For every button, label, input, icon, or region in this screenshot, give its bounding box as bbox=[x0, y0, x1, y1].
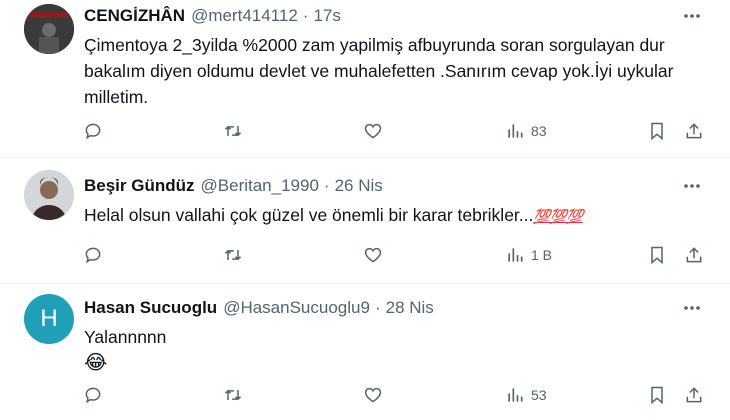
laughing-emoji: 😂 bbox=[84, 352, 108, 374]
share-button[interactable] bbox=[684, 242, 704, 268]
separator-dot: · bbox=[374, 298, 381, 317]
bookmark-icon bbox=[651, 386, 663, 405]
timestamp[interactable]: 26 Nis bbox=[335, 176, 383, 196]
views-icon bbox=[508, 388, 523, 402]
heart-icon bbox=[364, 387, 382, 403]
avatar-image bbox=[24, 170, 74, 220]
retweet-icon bbox=[224, 249, 242, 261]
tweet-text-body: Helal olsun vallahi çok güzel ve önemli … bbox=[84, 205, 534, 225]
bookmark-icon bbox=[651, 122, 663, 141]
reply-icon bbox=[85, 123, 101, 140]
heart-icon bbox=[364, 247, 382, 263]
share-icon bbox=[686, 387, 702, 403]
like-button[interactable] bbox=[363, 118, 383, 144]
display-name[interactable]: CENGİZHÂN bbox=[84, 6, 185, 26]
timestamp[interactable]: 28 Nis bbox=[386, 298, 434, 318]
reply-button[interactable] bbox=[83, 382, 103, 408]
share-icon bbox=[686, 123, 702, 139]
views-button[interactable]: 53 bbox=[505, 382, 547, 408]
retweet-icon bbox=[224, 389, 242, 401]
user-handle[interactable]: @HasanSucuoglu9 bbox=[223, 298, 370, 318]
tweet-text: Helal olsun vallahi çok güzel ve önemli … bbox=[84, 202, 704, 229]
separator-dot: · bbox=[302, 6, 309, 25]
action-bar: 83 bbox=[0, 118, 730, 144]
heart-icon bbox=[364, 123, 382, 139]
tweet-text: Yalannnnn bbox=[84, 327, 167, 347]
reply-button[interactable] bbox=[83, 242, 103, 268]
avatar[interactable]: H bbox=[24, 294, 74, 344]
tweet[interactable]: Beşir Gündüz @Beritan_1990 · 26 Nis Hela… bbox=[0, 158, 730, 284]
views-count: 83 bbox=[531, 123, 547, 139]
retweet-button[interactable] bbox=[223, 242, 243, 268]
action-bar: 1 B bbox=[0, 242, 730, 268]
tweet-text: Çimentoya 2_3yilda %2000 zam yapilmiş af… bbox=[84, 35, 674, 107]
more-icon[interactable] bbox=[682, 298, 702, 318]
views-button[interactable]: 83 bbox=[505, 118, 547, 144]
like-button[interactable] bbox=[363, 382, 383, 408]
display-name[interactable]: Beşir Gündüz bbox=[84, 176, 195, 196]
avatar[interactable] bbox=[24, 4, 74, 54]
views-count: 53 bbox=[531, 387, 547, 403]
user-handle[interactable]: @mert414112 bbox=[191, 6, 298, 26]
views-count: 1 B bbox=[531, 247, 553, 263]
more-icon[interactable] bbox=[682, 176, 702, 196]
reply-icon bbox=[85, 247, 101, 264]
share-icon bbox=[686, 247, 702, 263]
retweet-button[interactable] bbox=[223, 382, 243, 408]
reply-icon bbox=[85, 387, 101, 404]
retweet-button[interactable] bbox=[223, 118, 243, 144]
retweet-icon bbox=[224, 125, 242, 137]
share-button[interactable] bbox=[684, 382, 704, 408]
reply-button[interactable] bbox=[83, 118, 103, 144]
like-button[interactable] bbox=[363, 242, 383, 268]
views-button[interactable]: 1 B bbox=[505, 242, 552, 268]
more-icon[interactable] bbox=[682, 6, 702, 26]
views-icon bbox=[508, 124, 523, 138]
share-button[interactable] bbox=[684, 118, 704, 144]
action-bar: 53 bbox=[0, 382, 730, 408]
avatar-image bbox=[24, 4, 74, 54]
bookmark-button[interactable] bbox=[647, 118, 667, 144]
display-name[interactable]: Hasan Sucuoglu bbox=[84, 298, 217, 318]
views-icon bbox=[508, 248, 523, 262]
bookmark-button[interactable] bbox=[647, 242, 667, 268]
tweet[interactable]: CENGİZHÂN @mert414112 · 17s Çimentoya 2_… bbox=[0, 0, 730, 158]
bookmark-icon bbox=[651, 246, 663, 265]
tweet[interactable]: H Hasan Sucuoglu @HasanSucuoglu9 · 28 Ni… bbox=[0, 284, 730, 420]
separator-dot: · bbox=[323, 176, 330, 195]
hundred-points-emoji: 💯💯💯 bbox=[533, 208, 583, 224]
timestamp[interactable]: 17s bbox=[313, 6, 340, 26]
bookmark-button[interactable] bbox=[647, 382, 667, 408]
avatar[interactable] bbox=[24, 170, 74, 220]
user-handle[interactable]: @Beritan_1990 bbox=[201, 176, 319, 196]
